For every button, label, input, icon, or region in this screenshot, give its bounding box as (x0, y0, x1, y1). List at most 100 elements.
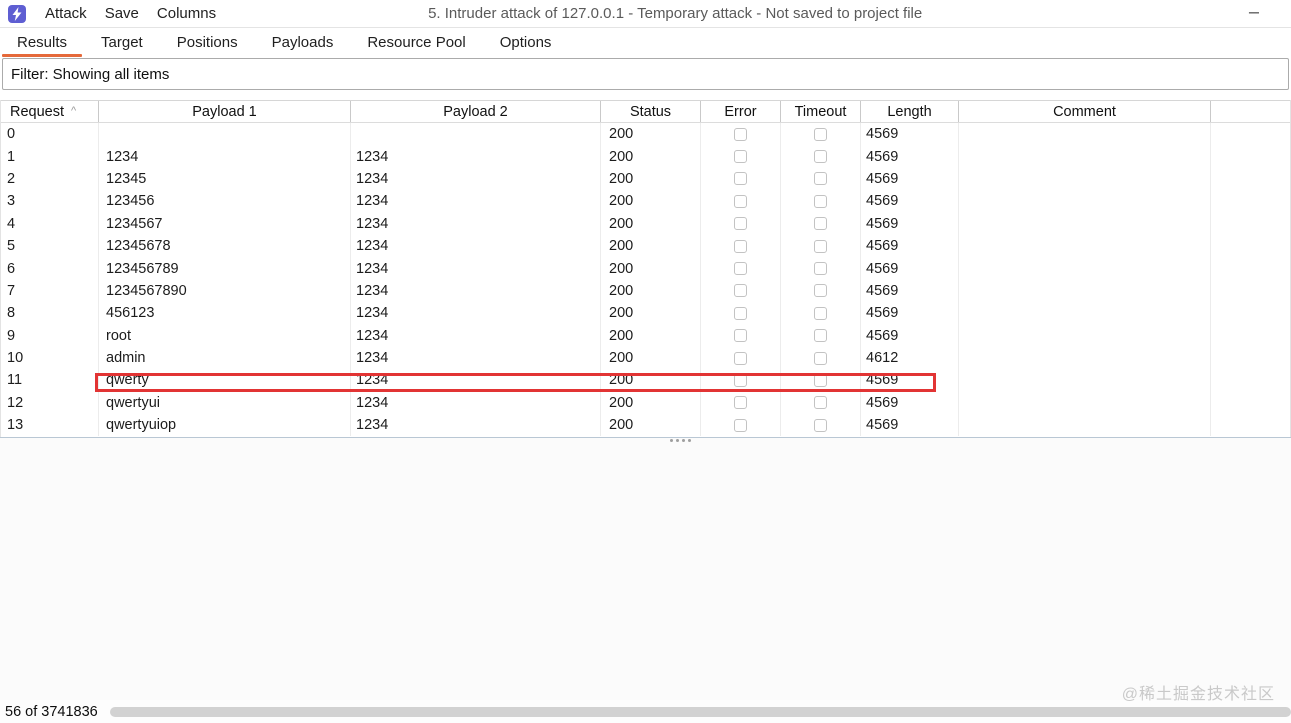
timeout-checkbox[interactable] (814, 418, 827, 432)
timeout-checkbox[interactable] (814, 239, 827, 253)
error-checkbox[interactable] (734, 194, 747, 208)
error-checkbox[interactable] (734, 217, 747, 231)
table-row[interactable]: 1 1234 1234 200 4569 (1, 145, 1290, 168)
request-cell: 8 (1, 302, 99, 325)
timeout-checkbox[interactable] (814, 172, 827, 186)
timeout-checkbox[interactable] (814, 396, 827, 410)
timeout-cell (781, 391, 861, 415)
timeout-checkbox[interactable] (814, 351, 827, 365)
request-cell: 1 (1, 145, 99, 168)
length-cell: 4569 (861, 414, 959, 437)
tab-positions[interactable]: Positions (160, 28, 255, 57)
error-checkbox[interactable] (734, 127, 747, 141)
table-row[interactable]: 12 qwertyui 1234 200 4569 (1, 391, 1290, 415)
error-checkbox[interactable] (734, 239, 747, 253)
timeout-cell (781, 279, 861, 303)
comment-cell (959, 279, 1211, 303)
error-checkbox[interactable] (734, 418, 747, 432)
error-checkbox[interactable] (734, 306, 747, 320)
payload2-cell (351, 123, 601, 146)
comment-cell (959, 369, 1211, 392)
request-value: 8 (7, 305, 16, 322)
tab-resource-pool[interactable]: Resource Pool (350, 28, 482, 57)
tab-payloads[interactable]: Payloads (255, 28, 351, 57)
table-row[interactable]: 0 200 4569 (1, 123, 1290, 146)
column-header-comment[interactable]: Comment (959, 101, 1211, 122)
timeout-checkbox[interactable] (814, 284, 827, 298)
tab-bar: Results Target Positions Payloads Resource P… (0, 28, 1291, 57)
timeout-checkbox[interactable] (814, 306, 827, 320)
length-value: 4569 (866, 417, 899, 434)
minimize-button[interactable]: ─ (1243, 2, 1265, 22)
timeout-checkbox[interactable] (814, 373, 827, 387)
table-row[interactable]: 9 root 1234 200 4569 (1, 324, 1290, 347)
timeout-cell (781, 190, 861, 213)
timeout-cell (781, 302, 861, 325)
comment-cell (959, 257, 1211, 280)
payload2-value: 1234 (356, 394, 389, 411)
status-value: 200 (609, 394, 634, 411)
table-row[interactable]: 13 qwertyuiop 1234 200 4569 (1, 414, 1290, 437)
table-row[interactable]: 7 1234567890 1234 200 4569 (1, 279, 1290, 303)
length-cell: 4569 (861, 257, 959, 280)
column-header-timeout[interactable]: Timeout (781, 101, 861, 122)
payload1-value: 12345678 (106, 238, 171, 255)
length-cell: 4569 (861, 167, 959, 191)
filter-bar[interactable]: Filter: Showing all items (2, 58, 1289, 90)
tab-results[interactable]: Results (0, 28, 84, 57)
length-value: 4569 (866, 394, 899, 411)
status-cell: 200 (601, 414, 701, 437)
menu-columns[interactable]: Columns (148, 3, 225, 24)
timeout-checkbox[interactable] (814, 217, 827, 231)
error-checkbox[interactable] (734, 373, 747, 387)
timeout-checkbox[interactable] (814, 150, 827, 164)
timeout-checkbox[interactable] (814, 262, 827, 276)
comment-cell (959, 234, 1211, 258)
column-header-length[interactable]: Length (861, 101, 959, 122)
menu-save[interactable]: Save (96, 3, 148, 24)
request-cell: 7 (1, 279, 99, 303)
payload1-cell: qwertyui (99, 391, 351, 415)
length-value: 4569 (866, 260, 899, 277)
error-checkbox[interactable] (734, 396, 747, 410)
filler-cell (1211, 145, 1290, 167)
error-checkbox[interactable] (734, 150, 747, 164)
request-count-text: 56 of 3741836 (5, 703, 98, 720)
tab-options[interactable]: Options (483, 28, 569, 57)
table-row[interactable]: 6 123456789 1234 200 4569 (1, 257, 1290, 280)
request-value: 11 (7, 372, 23, 389)
table-row[interactable]: 10 admin 1234 200 4612 (1, 346, 1290, 370)
payload2-cell: 1234 (351, 167, 601, 191)
column-header-payload2[interactable]: Payload 2 (351, 101, 601, 122)
error-checkbox[interactable] (734, 172, 747, 186)
request-cell: 3 (1, 190, 99, 213)
error-cell (701, 279, 781, 303)
splitter-handle[interactable] (669, 439, 691, 442)
payload1-value: qwertyuiop (106, 417, 177, 434)
table-row[interactable]: 11 qwerty 1234 200 4569 (1, 369, 1290, 392)
timeout-checkbox[interactable] (814, 329, 827, 343)
column-header-label: Timeout (794, 103, 847, 120)
table-row[interactable]: 4 1234567 1234 200 4569 (1, 212, 1290, 235)
column-header-error[interactable]: Error (701, 101, 781, 122)
timeout-cell (781, 167, 861, 191)
table-row[interactable]: 8 456123 1234 200 4569 (1, 302, 1290, 325)
error-checkbox[interactable] (734, 329, 747, 343)
status-value: 200 (609, 193, 634, 210)
timeout-checkbox[interactable] (814, 194, 827, 208)
table-row[interactable]: 5 12345678 1234 200 4569 (1, 234, 1290, 258)
column-header-request[interactable]: Request ^ (1, 101, 99, 122)
request-cell: 5 (1, 234, 99, 258)
error-checkbox[interactable] (734, 284, 747, 298)
column-header-status[interactable]: Status (601, 101, 701, 122)
timeout-checkbox[interactable] (814, 127, 827, 141)
table-row[interactable]: 3 123456 1234 200 4569 (1, 190, 1290, 213)
error-checkbox[interactable] (734, 262, 747, 276)
menu-attack[interactable]: Attack (36, 3, 96, 24)
filler-cell (1211, 392, 1290, 414)
column-header-payload1[interactable]: Payload 1 (99, 101, 351, 122)
table-row[interactable]: 2 12345 1234 200 4569 (1, 167, 1290, 191)
tab-target[interactable]: Target (84, 28, 160, 57)
error-checkbox[interactable] (734, 351, 747, 365)
payload1-cell (99, 123, 351, 146)
